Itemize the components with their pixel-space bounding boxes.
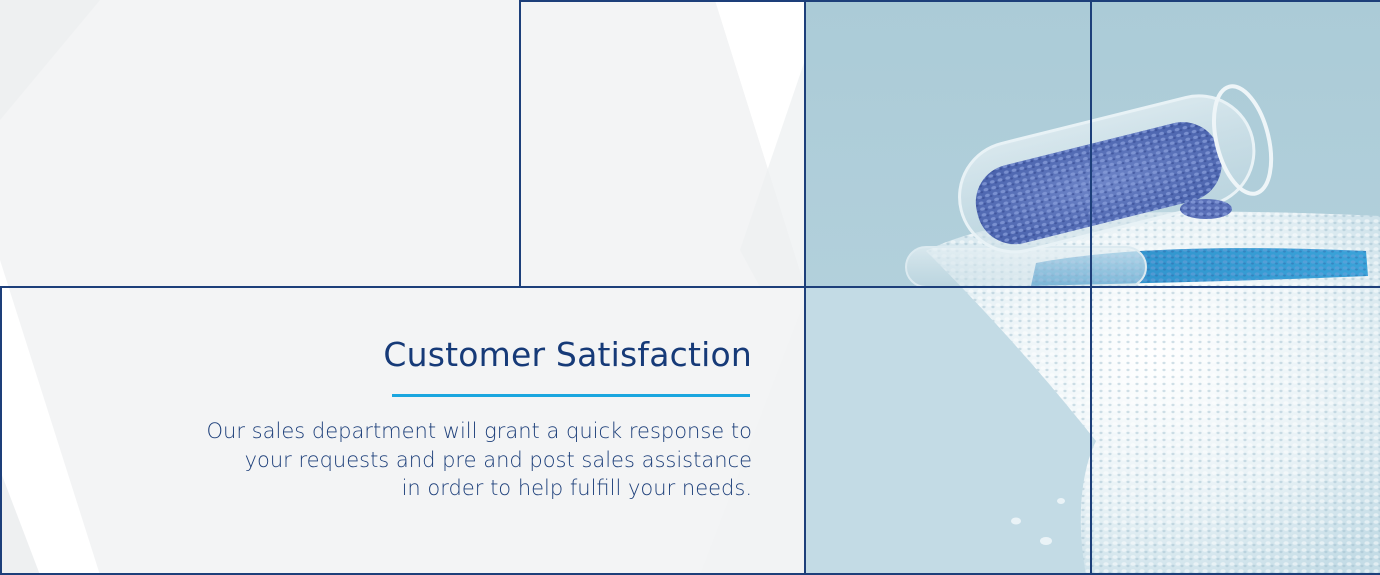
section-title: Customer Satisfaction	[383, 335, 752, 374]
description-line-2: your requests and pre and post sales ass…	[244, 447, 752, 472]
photo-image-icon	[806, 1, 1380, 575]
section-description: Our sales department will grant a quick …	[112, 417, 752, 503]
frame-top-border	[519, 0, 1380, 2]
title-underline	[392, 394, 750, 397]
description-line-3: in order to help fulfill your needs.	[401, 476, 752, 500]
customer-satisfaction-block: Customer Satisfaction Our sales departme…	[0, 287, 805, 573]
feature-section: Customer Satisfaction Our sales departme…	[0, 0, 1380, 575]
description-line-1: Our sales department will grant a quick …	[206, 419, 752, 443]
frame-divider-left	[519, 0, 521, 288]
product-photo	[806, 1, 1380, 575]
